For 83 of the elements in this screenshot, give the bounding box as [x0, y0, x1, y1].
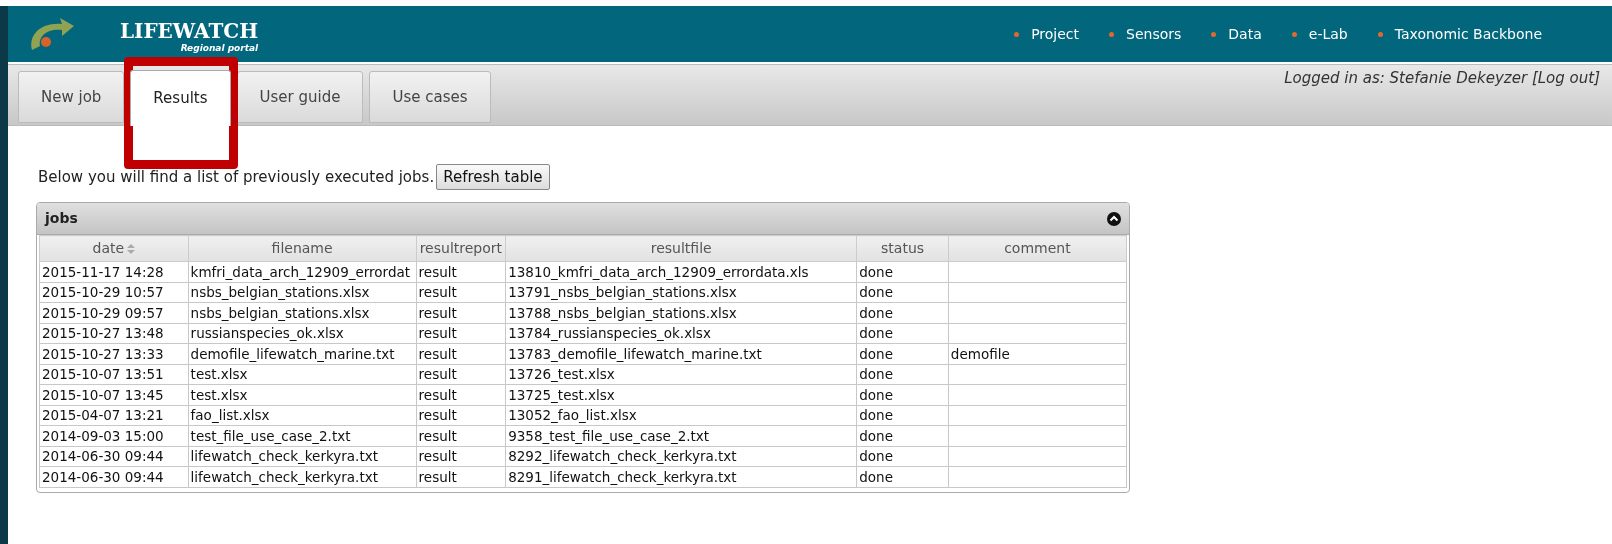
table-cell: nsbs_belgian_stations.xlsx: [188, 302, 417, 323]
column-header[interactable]: comment: [948, 235, 1127, 262]
table-title: jobs: [45, 209, 78, 228]
table-cell: 13788_nsbs_belgian_stations.xlsx: [505, 302, 857, 323]
table-cell: 2014-06-30 09:44: [39, 466, 189, 487]
table-cell: 2015-11-17 14:28: [39, 261, 189, 282]
bullet-icon: [1377, 31, 1383, 37]
table-cell: done: [856, 384, 949, 405]
table-cell: result: [416, 466, 506, 487]
table-cell: done: [856, 425, 949, 446]
column-header[interactable]: date: [92, 238, 125, 259]
bullet-icon: [1211, 31, 1217, 37]
table-cell: 13783_demofile_lifewatch_marine.txt: [505, 343, 857, 364]
table-cell: 13052_fao_list.xlsx: [505, 405, 857, 426]
table-cell: test.xlsx: [188, 364, 417, 385]
table-cell: result: [416, 282, 506, 303]
table-cell: 2015-04-07 13:21: [39, 405, 189, 426]
table-cell: 2015-10-29 10:57: [39, 282, 189, 303]
table-cell: done: [856, 261, 949, 282]
nav-link[interactable]: Data: [1228, 23, 1262, 45]
nav-link[interactable]: Project: [1031, 23, 1080, 45]
table-cell: done: [856, 364, 949, 385]
table-cell: 2015-10-29 09:57: [39, 302, 189, 323]
table-cell: done: [856, 405, 949, 426]
table-cell: 2015-10-27 13:48: [39, 323, 189, 344]
table-cell: 2015-10-07 13:51: [39, 364, 189, 385]
refresh-button[interactable]: Refresh table: [436, 164, 550, 190]
logo-title: LIFEWATCH: [120, 20, 259, 42]
table-cell: done: [856, 302, 949, 323]
table-cell: result: [416, 405, 506, 426]
login-status: Logged in as: Stefanie Dekeyzer [Log out]: [1284, 68, 1600, 89]
table-cell: result: [416, 323, 506, 344]
table-cell: result: [416, 261, 506, 282]
table-cell: lifewatch_check_kerkyra.txt: [188, 446, 417, 467]
table-cell: 2015-10-07 13:45: [39, 384, 189, 405]
intro-text: Below you will find a list of previously executed jobs.: [38, 166, 435, 188]
table-cell: demofile: [948, 343, 1127, 364]
table-cell: result: [416, 364, 506, 385]
table-cell: done: [856, 466, 949, 487]
table-cell: 2015-10-27 13:33: [39, 343, 189, 364]
tab[interactable]: New job: [18, 71, 125, 123]
table-cell: 13810_kmfri_data_arch_12909_errordata.xls: [505, 261, 857, 282]
bullet-icon: [1291, 31, 1297, 37]
table-cell: 8292_lifewatch_check_kerkyra.txt: [505, 446, 857, 467]
table-cell: test_file_use_case_2.txt: [188, 425, 417, 446]
tab[interactable]: Results: [130, 70, 231, 126]
table-cell: 8291_lifewatch_check_kerkyra.txt: [505, 466, 857, 487]
column-header[interactable]: filename: [188, 235, 417, 262]
bullet-icon: [1014, 31, 1020, 37]
table-cell: done: [856, 343, 949, 364]
tab[interactable]: User guide: [236, 71, 364, 123]
logo-subtitle: Regional portal: [180, 42, 259, 54]
table-cell: 13726_test.xlsx: [505, 364, 857, 385]
tab[interactable]: Use cases: [369, 71, 491, 123]
table-cell: 2014-06-30 09:44: [39, 446, 189, 467]
table-cell: done: [856, 446, 949, 467]
column-header[interactable]: resultreport: [416, 235, 506, 262]
table-cell: 13784_russianspecies_ok.xlsx: [505, 323, 857, 344]
nav-link[interactable]: Taxonomic Backbone: [1394, 23, 1542, 45]
table-cell: done: [856, 282, 949, 303]
nav-link[interactable]: Sensors: [1126, 23, 1182, 45]
collapse-icon[interactable]: [1107, 211, 1121, 226]
table-cell: 2014-09-03 15:00: [39, 425, 189, 446]
table-cell: result: [416, 302, 506, 323]
table-cell: result: [416, 384, 506, 405]
column-header[interactable]: resultfile: [505, 235, 857, 262]
table-cell: russianspecies_ok.xlsx: [188, 323, 417, 344]
table-cell: 13725_test.xlsx: [505, 384, 857, 405]
table-cell: lifewatch_check_kerkyra.txt: [188, 466, 417, 487]
table-cell: fao_list.xlsx: [188, 405, 417, 426]
table-cell: 13791_nsbs_belgian_stations.xlsx: [505, 282, 857, 303]
table-cell: kmfri_data_arch_12909_errordat: [188, 261, 417, 282]
table-cell: demofile_lifewatch_marine.txt: [188, 343, 417, 364]
table-cell: done: [856, 323, 949, 344]
nav-link[interactable]: e-Lab: [1308, 23, 1348, 45]
table-cell: result: [416, 446, 506, 467]
table-cell: result: [416, 343, 506, 364]
table-cell: nsbs_belgian_stations.xlsx: [188, 282, 417, 303]
table-cell: test.xlsx: [188, 384, 417, 405]
column-header[interactable]: status: [856, 235, 949, 262]
bullet-icon: [1109, 31, 1115, 37]
table-cell: 9358_test_file_use_case_2.txt: [505, 425, 857, 446]
table-cell: result: [416, 425, 506, 446]
